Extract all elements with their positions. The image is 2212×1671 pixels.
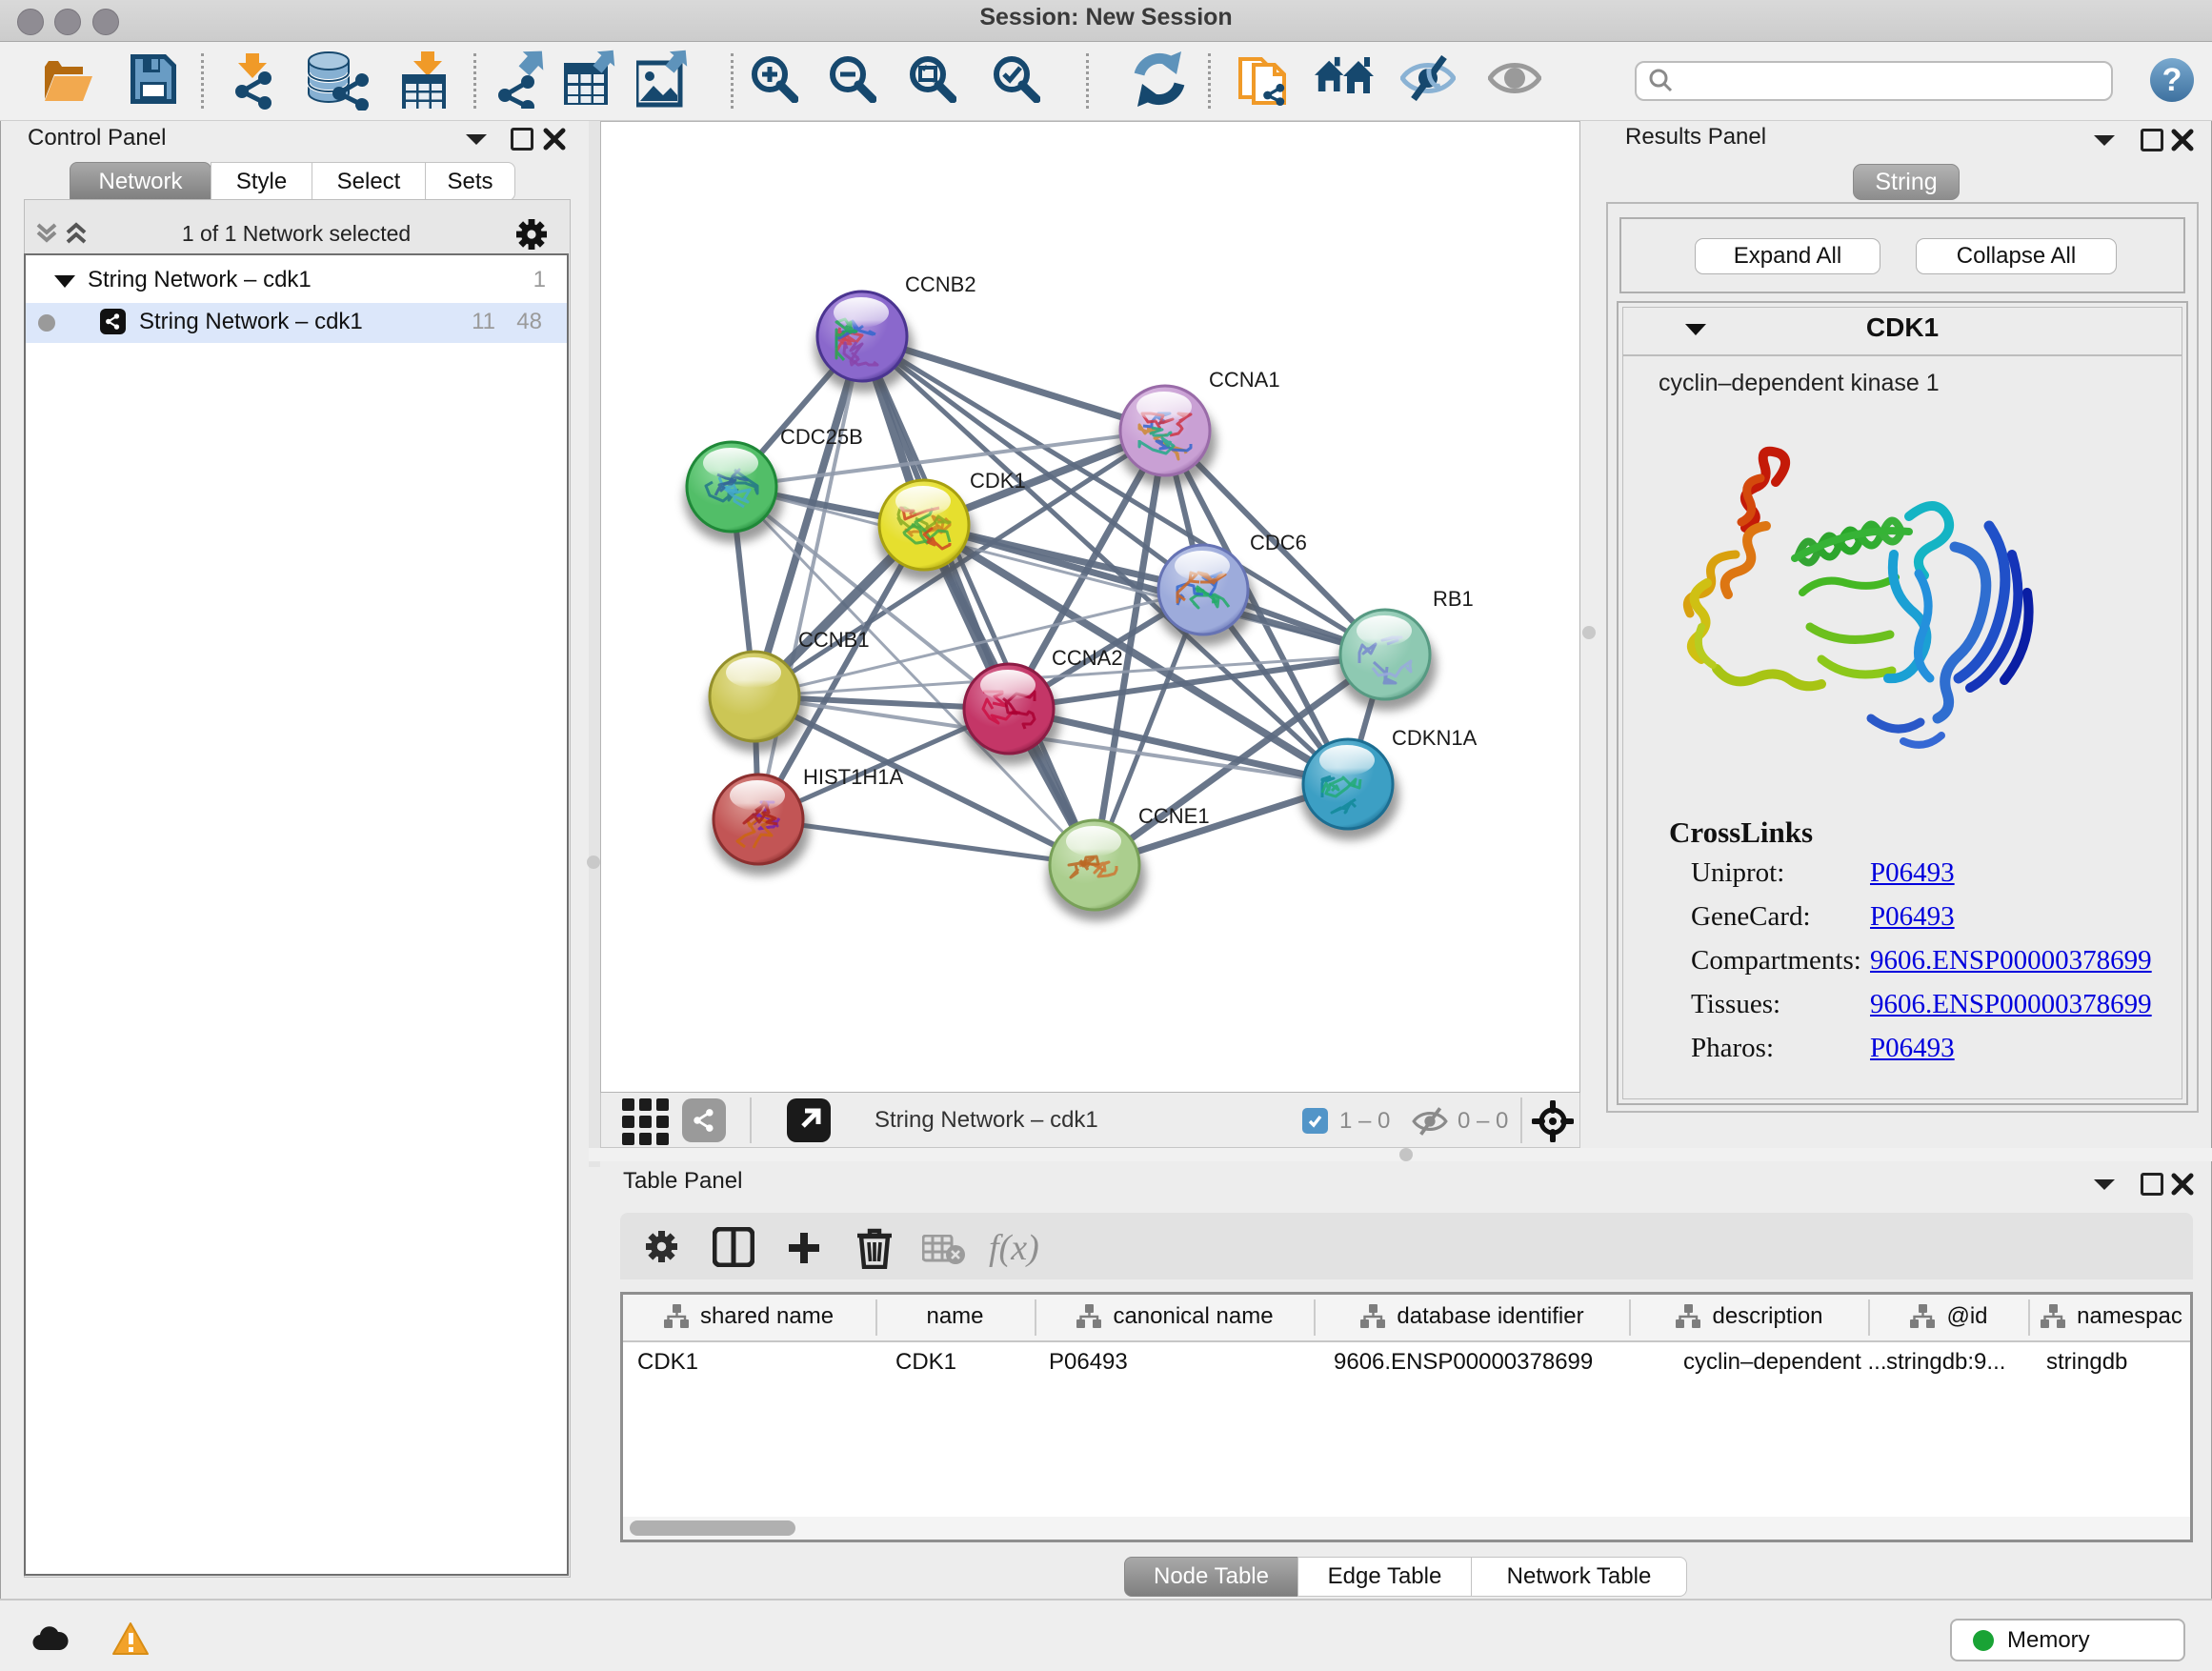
svg-text:CDK1: CDK1 [970,469,1026,493]
svg-text:CDC25B: CDC25B [780,425,863,449]
svg-text:CCNE1: CCNE1 [1138,804,1210,828]
svg-text:CCNA1: CCNA1 [1209,368,1280,392]
svg-text:CDKN1A: CDKN1A [1392,726,1478,750]
svg-text:CDC6: CDC6 [1250,531,1307,554]
svg-text:CCNB1: CCNB1 [798,628,870,652]
svg-text:HIST1H1A: HIST1H1A [803,765,903,789]
svg-text:CCNB2: CCNB2 [905,272,976,296]
svg-text:CCNA2: CCNA2 [1052,646,1123,670]
svg-text:RB1: RB1 [1433,587,1474,611]
